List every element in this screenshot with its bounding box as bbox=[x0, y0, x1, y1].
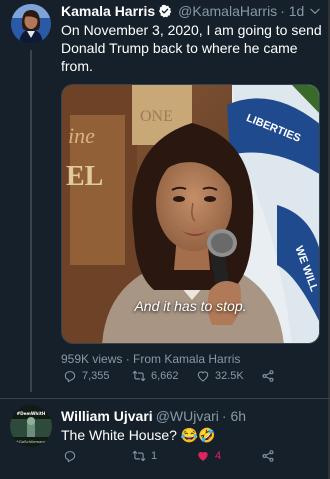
like-icon bbox=[197, 371, 209, 382]
svg-text:#GoSchliemann: #GoSchliemann bbox=[16, 439, 47, 444]
share-button[interactable] bbox=[261, 449, 280, 463]
tweet-kamala-harris[interactable]: Kamala Harris @KamalaHarris · 1d On Nove… bbox=[0, 0, 330, 398]
share-button[interactable] bbox=[261, 369, 280, 383]
svg-text:ine: ine bbox=[68, 123, 95, 148]
tweet-text: The White House? 😂🤣 bbox=[61, 427, 216, 443]
svg-text:EL: EL bbox=[66, 161, 103, 192]
tweet-body: William Ujvari @WUjvari · 6h The White H… bbox=[61, 407, 322, 444]
handle[interactable]: @KamalaHarris bbox=[178, 2, 277, 20]
reply-icon bbox=[64, 371, 76, 383]
retweet-count: 1 bbox=[151, 450, 158, 462]
reply-icon bbox=[64, 451, 76, 463]
timestamp[interactable]: · 6h bbox=[222, 407, 246, 425]
retweet-count: 6,662 bbox=[151, 370, 179, 382]
reply-button[interactable]: 7,355 bbox=[63, 369, 110, 383]
svg-text:ONE: ONE bbox=[140, 108, 173, 125]
avatar-portrait bbox=[11, 4, 51, 44]
like-icon bbox=[198, 451, 208, 461]
avatar[interactable] bbox=[11, 4, 51, 44]
like-button[interactable]: 32.5K bbox=[196, 369, 244, 383]
handle[interactable]: @WUjvari bbox=[156, 407, 219, 425]
view-count: 959K views · From Kamala Harris bbox=[61, 352, 241, 366]
share-icon bbox=[262, 450, 274, 462]
share-icon bbox=[262, 370, 274, 382]
chevron-down-icon[interactable] bbox=[308, 4, 322, 18]
timestamp[interactable]: · 1d bbox=[280, 2, 304, 20]
tweet-header: William Ujvari @WUjvari · 6h bbox=[61, 407, 322, 425]
retweet-button[interactable]: 1 bbox=[132, 449, 157, 463]
verified-badge-icon bbox=[159, 4, 172, 18]
svg-text:#DemWhitH: #DemWhitH bbox=[17, 411, 46, 416]
reply-count: 7,355 bbox=[82, 370, 110, 382]
tweet-body: Kamala Harris @KamalaHarris · 1d On Nove… bbox=[61, 2, 322, 75]
avatar[interactable]: #DemWhitH #GoSchliemann bbox=[10, 405, 52, 447]
tweet-text: On November 3, 2020, I am going to send … bbox=[61, 22, 322, 74]
tweet-header: Kamala Harris @KamalaHarris · 1d bbox=[61, 2, 322, 20]
like-count: 4 bbox=[215, 450, 222, 462]
tweet-william-ujvari[interactable]: #DemWhitH #GoSchliemann William Ujvari @… bbox=[0, 398, 330, 479]
reply-button[interactable] bbox=[63, 449, 82, 463]
retweet-icon bbox=[132, 450, 146, 462]
retweet-button[interactable]: 6,662 bbox=[132, 369, 179, 383]
display-name[interactable]: William Ujvari bbox=[61, 407, 153, 425]
like-button[interactable]: 4 bbox=[196, 449, 221, 463]
video-caption: And it has to stop. bbox=[134, 298, 247, 314]
like-count: 32.5K bbox=[215, 370, 244, 382]
avatar-graphic: #DemWhitH #GoSchliemann bbox=[10, 405, 52, 447]
retweet-icon bbox=[132, 370, 146, 382]
video-player[interactable]: ine EL ONE LIBERTIES WE WILL And it has … bbox=[61, 84, 320, 344]
display-name[interactable]: Kamala Harris bbox=[61, 2, 155, 20]
